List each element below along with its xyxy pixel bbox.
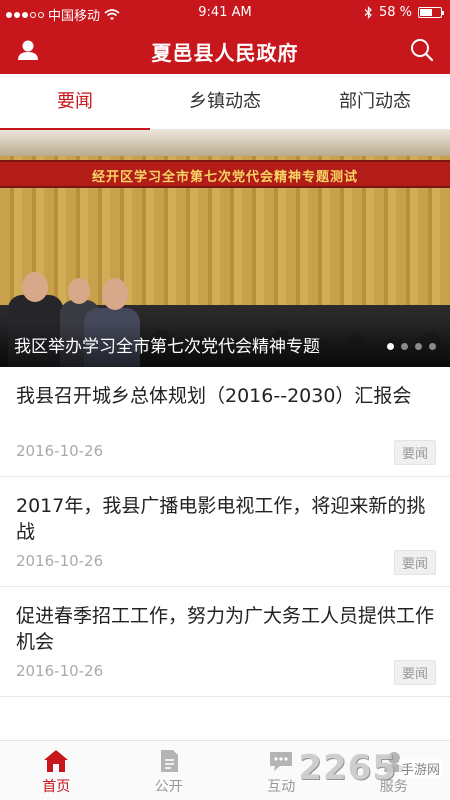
banner-sign: 经开区学习全市第七次党代会精神专题测试: [0, 160, 450, 188]
tab-headlines[interactable]: 要闻: [0, 74, 150, 130]
chat-icon: [270, 752, 293, 771]
pager-dot[interactable]: [429, 343, 436, 350]
news-tag: 要闻: [393, 660, 436, 685]
nav-public[interactable]: 公开: [113, 741, 226, 800]
page-title: 夏邑县人民政府: [151, 41, 299, 65]
home-icon: [44, 750, 69, 772]
app-header: 夏邑县人民政府: [0, 26, 450, 74]
battery-percent: 58 %: [378, 5, 412, 20]
list-item[interactable]: 我县召开城乡总体规划（2016--2030）汇报会 2016-10-26 要闻: [0, 367, 450, 477]
news-date: 2016-10-26: [16, 442, 104, 460]
document-icon: [160, 750, 178, 772]
watermark-site: 手游网: [398, 758, 442, 778]
news-tag: 要闻: [393, 550, 436, 575]
list-item[interactable]: 2017年，我县广播电影电视工作，将迎来新的挑战 2016-10-26 要闻: [0, 477, 450, 587]
battery-icon: [418, 7, 444, 18]
banner-caption[interactable]: 我区举办学习全市第七次党代会精神专题: [14, 332, 320, 357]
news-title[interactable]: 促进春季招工工作，努力为广大务工人员提供工作机会: [16, 603, 436, 655]
news-date: 2016-10-26: [16, 552, 104, 570]
news-title[interactable]: 2017年，我县广播电影电视工作，将迎来新的挑战: [16, 493, 436, 545]
news-tag: 要闻: [393, 440, 436, 465]
status-bar: 中国移动 9:41 AM 58 %: [0, 0, 450, 26]
bluetooth-icon: [364, 6, 372, 19]
tab-bar: 要闻 乡镇动态 部门动态: [0, 74, 450, 130]
banner-carousel[interactable]: 经开区学习全市第七次党代会精神专题测试 我区举办学习全市第七次党代会精神专题: [0, 130, 450, 367]
news-title[interactable]: 我县召开城乡总体规划（2016--2030）汇报会: [16, 383, 436, 409]
news-list: 我县召开城乡总体规划（2016--2030）汇报会 2016-10-26 要闻 …: [0, 367, 450, 697]
news-date: 2016-10-26: [16, 662, 104, 680]
pager-dot[interactable]: [401, 343, 408, 350]
status-right: 58 %: [364, 5, 444, 20]
pager-dot[interactable]: [415, 343, 422, 350]
tab-township-news[interactable]: 乡镇动态: [150, 74, 300, 129]
search-icon[interactable]: [408, 36, 436, 64]
tab-department-news[interactable]: 部门动态: [300, 74, 450, 129]
nav-label: 首页: [42, 779, 71, 795]
watermark-number: 2265: [298, 748, 397, 788]
nav-home[interactable]: 首页: [0, 741, 113, 800]
site-watermark: 2265 手游网: [298, 744, 442, 792]
list-item[interactable]: 促进春季招工工作，努力为广大务工人员提供工作机会 2016-10-26 要闻: [0, 587, 450, 697]
carousel-pager: [387, 343, 436, 350]
nav-label: 公开: [154, 779, 183, 795]
pager-dot[interactable]: [387, 343, 394, 350]
